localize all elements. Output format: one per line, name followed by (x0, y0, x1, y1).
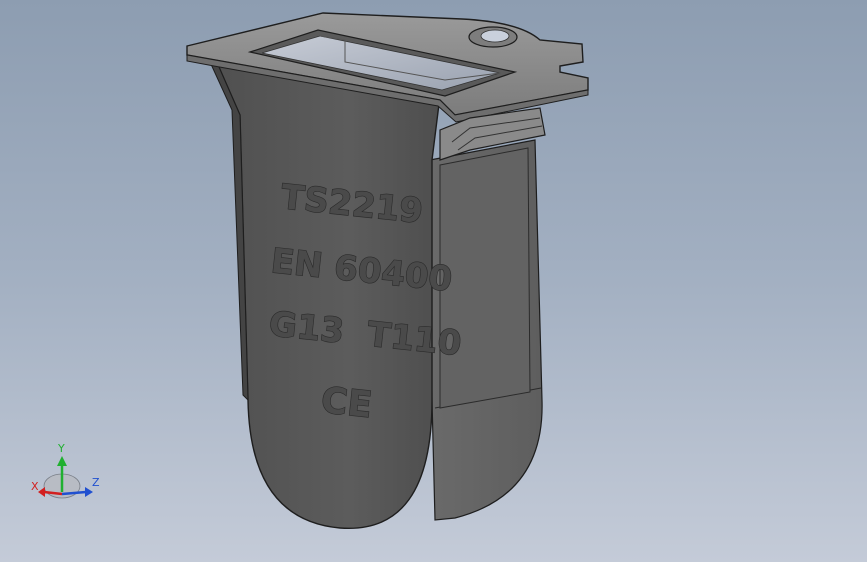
lamp-holder-model[interactable]: TS2219 EN 60400 G13 T110 CE (0, 0, 867, 562)
engraving-ce: CE (319, 380, 374, 426)
side-rail (439, 147, 531, 409)
mounting-hole-inner (480, 29, 510, 43)
graphics-viewport[interactable]: TS2219 EN 60400 G13 T110 CE Y X Z (0, 0, 867, 562)
triad-label-x: X (31, 480, 39, 493)
y-axis-arrow (57, 456, 67, 466)
x-axis-arrow (38, 487, 45, 497)
view-orientation-triad[interactable]: Y X Z (28, 440, 108, 510)
triad-label-z: Z (92, 476, 100, 489)
triad-label-y: Y (57, 442, 65, 455)
